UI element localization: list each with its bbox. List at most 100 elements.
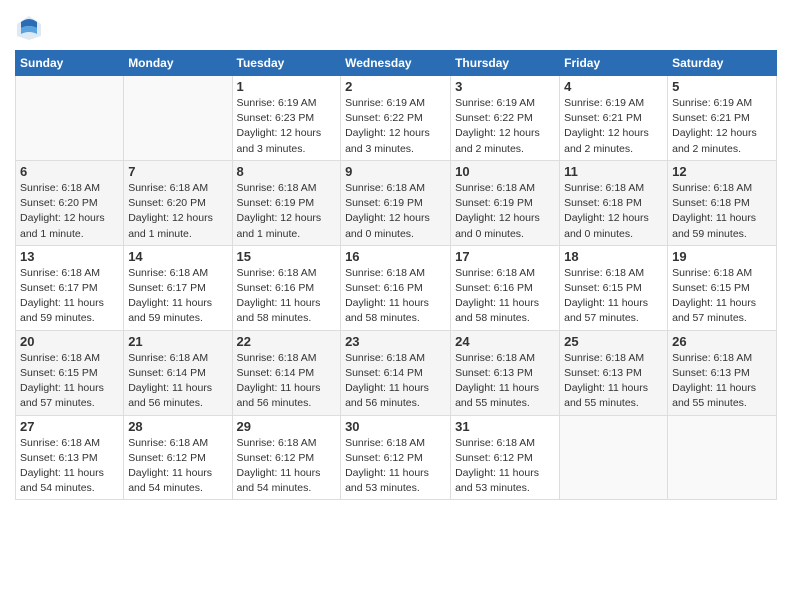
calendar-day-cell: 10 Sunrise: 6:18 AM Sunset: 6:19 PM Dayli… <box>451 160 560 245</box>
day-number: 22 <box>237 334 337 349</box>
calendar-day-cell: 24Sunrise: 6:18 AM Sunset: 6:13 PM Dayli… <box>451 330 560 415</box>
day-number: 28 <box>128 419 227 434</box>
calendar-day-cell: 25 Sunrise: 6:18 AM Sunset: 6:13 PM Dayli… <box>560 330 668 415</box>
day-number: 16 <box>345 249 446 264</box>
calendar-day-cell: 27 Sunrise: 6:18 AM Sunset: 6:13 PM Dayli… <box>16 415 124 500</box>
calendar-day-cell: 30 Sunrise: 6:18 AM Sunset: 6:12 PM Dayli… <box>341 415 451 500</box>
day-info: Sunrise: 6:18 AM Sunset: 6:15 PM Dayligh… <box>672 266 772 327</box>
day-info: Sunrise: 6:18 AM Sunset: 6:14 PM Dayligh… <box>128 351 227 412</box>
day-number: 30 <box>345 419 446 434</box>
calendar-day-cell: 29 Sunrise: 6:18 AM Sunset: 6:12 PM Dayli… <box>232 415 341 500</box>
day-number: 31 <box>455 419 555 434</box>
day-number: 5 <box>672 79 772 94</box>
day-number: 3 <box>455 79 555 94</box>
day-info: Sunrise: 6:18 AM Sunset: 6:12 PM Dayligh… <box>345 436 446 497</box>
day-info: Sunrise: 6:18 AM Sunset: 6:16 PM Dayligh… <box>455 266 555 327</box>
day-info: Sunrise: 6:18 AM Sunset: 6:13 PM Dayligh… <box>672 351 772 412</box>
calendar-day-cell <box>16 76 124 161</box>
day-info: Sunrise: 6:18 AM Sunset: 6:18 PM Dayligh… <box>672 181 772 242</box>
calendar-week-row: 13 Sunrise: 6:18 AM Sunset: 6:17 PM Dayli… <box>16 245 777 330</box>
calendar-header-thursday: Thursday <box>451 51 560 76</box>
calendar-day-cell: 7 Sunrise: 6:18 AM Sunset: 6:20 PM Daylig… <box>124 160 232 245</box>
day-info: Sunrise: 6:18 AM Sunset: 6:15 PM Dayligh… <box>20 351 119 412</box>
logo <box>15 14 45 42</box>
calendar-day-cell: 26 Sunrise: 6:18 AM Sunset: 6:13 PM Dayli… <box>668 330 777 415</box>
calendar-week-row: 20 Sunrise: 6:18 AM Sunset: 6:15 PM Dayli… <box>16 330 777 415</box>
calendar-header-wednesday: Wednesday <box>341 51 451 76</box>
calendar-day-cell: 23Sunrise: 6:18 AM Sunset: 6:14 PM Dayli… <box>341 330 451 415</box>
calendar-day-cell: 11 Sunrise: 6:18 AM Sunset: 6:18 PM Dayli… <box>560 160 668 245</box>
calendar-day-cell: 4 Sunrise: 6:19 AM Sunset: 6:21 PM Daylig… <box>560 76 668 161</box>
calendar-day-cell: 1 Sunrise: 6:19 AM Sunset: 6:23 PM Daylig… <box>232 76 341 161</box>
calendar-day-cell: 20 Sunrise: 6:18 AM Sunset: 6:15 PM Dayli… <box>16 330 124 415</box>
calendar-week-row: 6 Sunrise: 6:18 AM Sunset: 6:20 PM Daylig… <box>16 160 777 245</box>
calendar-day-cell: 16 Sunrise: 6:18 AM Sunset: 6:16 PM Dayli… <box>341 245 451 330</box>
day-number: 25 <box>564 334 663 349</box>
day-number: 19 <box>672 249 772 264</box>
day-info: Sunrise: 6:18 AM Sunset: 6:19 PM Dayligh… <box>345 181 446 242</box>
calendar-day-cell: 8Sunrise: 6:18 AM Sunset: 6:19 PM Daylig… <box>232 160 341 245</box>
day-number: 23 <box>345 334 446 349</box>
calendar-header-row: SundayMondayTuesdayWednesdayThursdayFrid… <box>16 51 777 76</box>
day-number: 13 <box>20 249 119 264</box>
calendar-day-cell: 18 Sunrise: 6:18 AM Sunset: 6:15 PM Dayli… <box>560 245 668 330</box>
day-info: Sunrise: 6:18 AM Sunset: 6:13 PM Dayligh… <box>564 351 663 412</box>
day-info: Sunrise: 6:19 AM Sunset: 6:21 PM Dayligh… <box>672 96 772 157</box>
day-info: Sunrise: 6:18 AM Sunset: 6:15 PM Dayligh… <box>564 266 663 327</box>
calendar-day-cell: 19 Sunrise: 6:18 AM Sunset: 6:15 PM Dayli… <box>668 245 777 330</box>
calendar-day-cell: 2 Sunrise: 6:19 AM Sunset: 6:22 PM Daylig… <box>341 76 451 161</box>
day-number: 1 <box>237 79 337 94</box>
calendar-week-row: 27 Sunrise: 6:18 AM Sunset: 6:13 PM Dayli… <box>16 415 777 500</box>
day-info: Sunrise: 6:18 AM Sunset: 6:20 PM Dayligh… <box>128 181 227 242</box>
day-info: Sunrise: 6:18 AM Sunset: 6:19 PM Dayligh… <box>455 181 555 242</box>
day-number: 11 <box>564 164 663 179</box>
calendar-day-cell <box>560 415 668 500</box>
day-info: Sunrise: 6:18 AM Sunset: 6:17 PM Dayligh… <box>20 266 119 327</box>
day-info: Sunrise: 6:18 AM Sunset: 6:16 PM Dayligh… <box>237 266 337 327</box>
page-header <box>15 10 777 42</box>
calendar-day-cell: 5 Sunrise: 6:19 AM Sunset: 6:21 PM Daylig… <box>668 76 777 161</box>
calendar-day-cell: 6 Sunrise: 6:18 AM Sunset: 6:20 PM Daylig… <box>16 160 124 245</box>
day-info: Sunrise: 6:18 AM Sunset: 6:14 PM Dayligh… <box>237 351 337 412</box>
calendar-day-cell: 12 Sunrise: 6:18 AM Sunset: 6:18 PM Dayli… <box>668 160 777 245</box>
day-info: Sunrise: 6:18 AM Sunset: 6:12 PM Dayligh… <box>128 436 227 497</box>
day-number: 6 <box>20 164 119 179</box>
day-number: 9 <box>345 164 446 179</box>
day-number: 7 <box>128 164 227 179</box>
calendar-header-sunday: Sunday <box>16 51 124 76</box>
day-number: 18 <box>564 249 663 264</box>
calendar-header-saturday: Saturday <box>668 51 777 76</box>
calendar-day-cell: 28 Sunrise: 6:18 AM Sunset: 6:12 PM Dayli… <box>124 415 232 500</box>
day-number: 21 <box>128 334 227 349</box>
day-number: 17 <box>455 249 555 264</box>
day-info: Sunrise: 6:18 AM Sunset: 6:18 PM Dayligh… <box>564 181 663 242</box>
day-number: 4 <box>564 79 663 94</box>
day-info: Sunrise: 6:19 AM Sunset: 6:23 PM Dayligh… <box>237 96 337 157</box>
calendar-day-cell <box>668 415 777 500</box>
calendar-day-cell: 31 Sunrise: 6:18 AM Sunset: 6:12 PM Dayli… <box>451 415 560 500</box>
calendar-week-row: 1 Sunrise: 6:19 AM Sunset: 6:23 PM Daylig… <box>16 76 777 161</box>
calendar-table: SundayMondayTuesdayWednesdayThursdayFrid… <box>15 50 777 500</box>
calendar-day-cell: 15Sunrise: 6:18 AM Sunset: 6:16 PM Dayli… <box>232 245 341 330</box>
day-number: 29 <box>237 419 337 434</box>
day-number: 14 <box>128 249 227 264</box>
calendar-day-cell: 9 Sunrise: 6:18 AM Sunset: 6:19 PM Daylig… <box>341 160 451 245</box>
day-number: 27 <box>20 419 119 434</box>
day-info: Sunrise: 6:18 AM Sunset: 6:12 PM Dayligh… <box>237 436 337 497</box>
day-info: Sunrise: 6:18 AM Sunset: 6:12 PM Dayligh… <box>455 436 555 497</box>
day-info: Sunrise: 6:18 AM Sunset: 6:16 PM Dayligh… <box>345 266 446 327</box>
day-info: Sunrise: 6:18 AM Sunset: 6:19 PM Dayligh… <box>237 181 337 242</box>
calendar-day-cell: 21 Sunrise: 6:18 AM Sunset: 6:14 PM Dayli… <box>124 330 232 415</box>
day-number: 20 <box>20 334 119 349</box>
day-number: 24 <box>455 334 555 349</box>
day-info: Sunrise: 6:18 AM Sunset: 6:20 PM Dayligh… <box>20 181 119 242</box>
day-info: Sunrise: 6:19 AM Sunset: 6:21 PM Dayligh… <box>564 96 663 157</box>
day-info: Sunrise: 6:19 AM Sunset: 6:22 PM Dayligh… <box>345 96 446 157</box>
day-number: 26 <box>672 334 772 349</box>
day-info: Sunrise: 6:18 AM Sunset: 6:13 PM Dayligh… <box>20 436 119 497</box>
calendar-header-friday: Friday <box>560 51 668 76</box>
day-number: 10 <box>455 164 555 179</box>
calendar-day-cell <box>124 76 232 161</box>
day-number: 12 <box>672 164 772 179</box>
day-number: 2 <box>345 79 446 94</box>
